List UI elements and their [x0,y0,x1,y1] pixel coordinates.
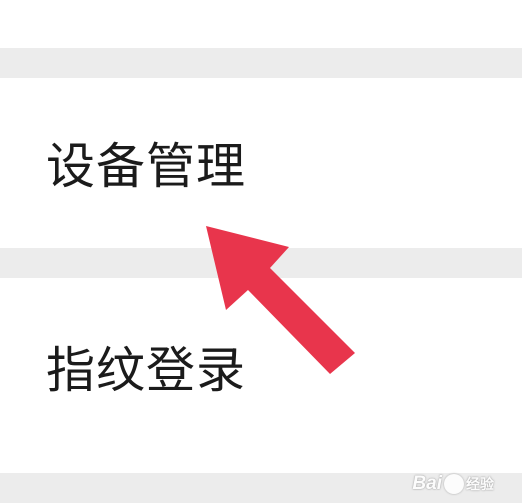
watermark-suffix: 经验 [466,476,494,492]
menu-item-device-management[interactable]: 设备管理 [0,78,522,248]
baidu-jingyan-watermark: Bai 经验 [412,473,494,495]
section-divider [0,248,522,278]
section-divider [0,48,522,78]
paw-logo-icon [444,474,464,494]
menu-item-label: 指纹登录 [46,342,247,399]
watermark-brand: Bai [412,473,442,494]
menu-item-label: 设备管理 [46,138,247,195]
menu-item-fingerprint-login[interactable]: 指纹登录 [0,278,522,473]
